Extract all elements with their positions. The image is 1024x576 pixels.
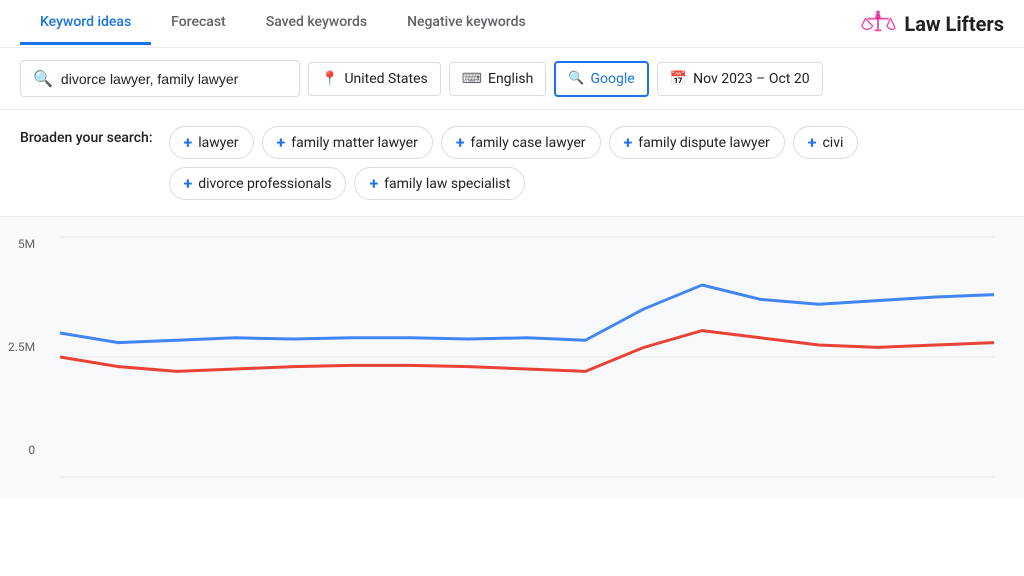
chip-plus-icon: + <box>184 133 193 152</box>
chip-label: family matter lawyer <box>291 135 418 151</box>
location-icon: 📍 <box>321 71 338 87</box>
broaden-chips: + lawyer + family matter lawyer + family… <box>169 126 1004 200</box>
language-label: English <box>488 71 533 87</box>
translate-icon: ⌨ <box>462 71 482 87</box>
chart-container: 5M 2.5M 0 <box>60 237 994 477</box>
search-input[interactable] <box>61 71 261 87</box>
chip-label: family case lawyer <box>471 135 586 151</box>
search-engine-icon: 🔍 <box>568 71 584 86</box>
blue-trend-line <box>60 285 994 343</box>
chip-plus-icon: + <box>277 133 286 152</box>
logo-area: Law Lifters <box>860 6 1004 42</box>
chip-lawyer[interactable]: + lawyer <box>169 126 254 159</box>
chip-label: family law specialist <box>384 176 510 192</box>
location-filter[interactable]: 📍 United States <box>308 62 441 96</box>
chip-plus-icon: + <box>624 133 633 152</box>
tab-forecast[interactable]: Forecast <box>151 2 246 45</box>
location-label: United States <box>344 71 427 87</box>
chip-civi[interactable]: + civi <box>793 126 859 159</box>
chart-svg <box>60 237 994 477</box>
chip-plus-icon: + <box>369 174 378 193</box>
tab-keyword-ideas[interactable]: Keyword ideas <box>20 2 151 45</box>
broaden-section: Broaden your search: + lawyer + family m… <box>0 110 1024 217</box>
logo-text: Law Lifters <box>904 12 1004 36</box>
date-range-label: Nov 2023 – Oct 20 <box>693 71 809 87</box>
date-range-filter[interactable]: 📅 Nov 2023 – Oct 20 <box>657 62 823 96</box>
search-engine-label: Google <box>590 71 634 87</box>
chip-family-matter-lawyer[interactable]: + family matter lawyer <box>262 126 433 159</box>
chip-plus-icon: + <box>808 133 817 152</box>
chip-plus-icon: + <box>456 133 465 152</box>
calendar-icon: 📅 <box>670 71 687 87</box>
search-engine-filter[interactable]: 🔍 Google <box>554 61 648 97</box>
logo-icon <box>860 6 896 42</box>
search-bar-row: 🔍 📍 United States ⌨ English 🔍 Google 📅 N… <box>0 48 1024 110</box>
nav-tabs: Keyword ideas Forecast Saved keywords Ne… <box>20 2 860 45</box>
chip-family-law-specialist[interactable]: + family law specialist <box>354 167 525 200</box>
y-label-2-5m: 2.5M <box>8 340 35 354</box>
chip-plus-icon: + <box>184 174 193 193</box>
chip-divorce-professionals[interactable]: + divorce professionals <box>169 167 347 200</box>
chip-label: lawyer <box>198 135 238 151</box>
top-navigation: Keyword ideas Forecast Saved keywords Ne… <box>0 0 1024 48</box>
broaden-label: Broaden your search: <box>20 126 153 146</box>
y-axis-labels: 5M 2.5M 0 <box>8 237 35 477</box>
chip-family-case-lawyer[interactable]: + family case lawyer <box>441 126 601 159</box>
chip-family-dispute-lawyer[interactable]: + family dispute lawyer <box>609 126 785 159</box>
tab-saved-keywords[interactable]: Saved keywords <box>246 2 387 45</box>
chart-area: 5M 2.5M 0 <box>0 217 1024 497</box>
y-label-5m: 5M <box>8 237 35 251</box>
search-box[interactable]: 🔍 <box>20 60 300 97</box>
tab-negative-keywords[interactable]: Negative keywords <box>387 2 546 45</box>
chip-label: family dispute lawyer <box>638 135 770 151</box>
search-icon: 🔍 <box>33 69 53 88</box>
language-filter[interactable]: ⌨ English <box>449 62 547 96</box>
chip-label: civi <box>822 135 843 151</box>
y-label-0: 0 <box>8 443 35 457</box>
chip-label: divorce professionals <box>198 176 331 192</box>
